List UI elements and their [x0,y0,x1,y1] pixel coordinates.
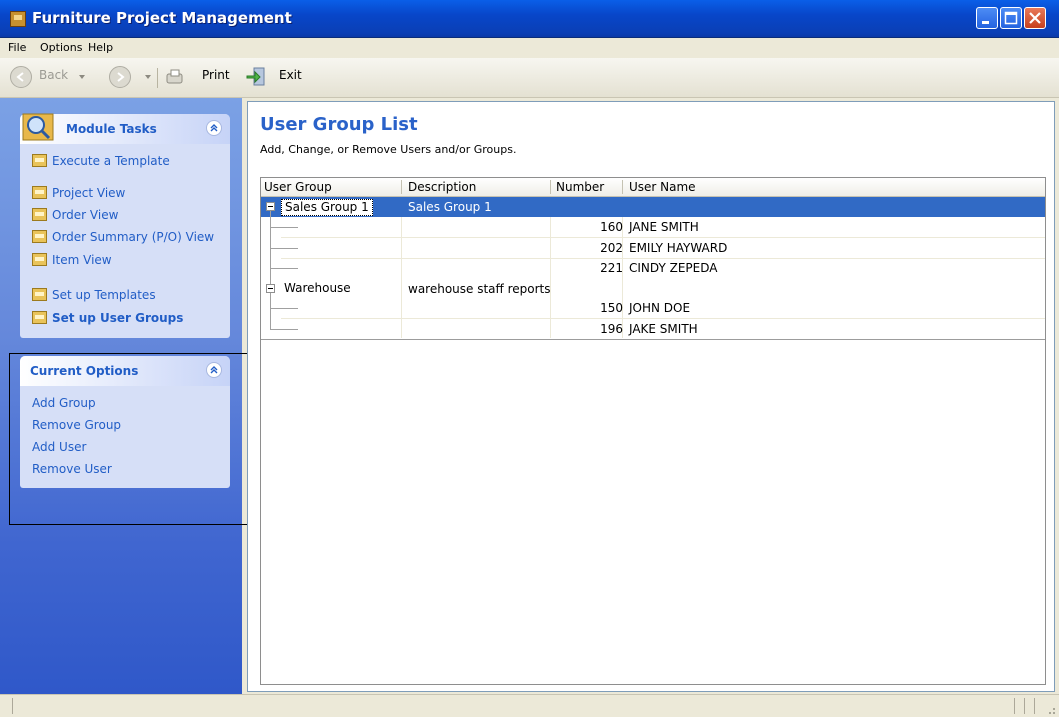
group-description-cell[interactable]: Sales Group 1 [408,200,492,214]
status-pane [1014,698,1015,714]
tree-branch [270,268,298,269]
title-bar: Furniture Project Management [0,0,1059,38]
tree-branch [270,329,298,330]
task-folder-icon [32,253,47,266]
forward-dropdown-icon[interactable] [145,75,151,79]
menu-file[interactable]: File [8,41,26,54]
main-pane: User Group List Add, Change, or Remove U… [247,101,1055,692]
task-execute-template[interactable]: Execute a Template [32,154,170,168]
print-icon[interactable] [165,68,185,88]
grid-body-border [261,339,1045,340]
module-tasks-title: Module Tasks [66,122,157,136]
magnifier-folder-icon [22,113,54,141]
user-number-cell[interactable]: 150 [547,301,623,315]
task-folder-icon [32,311,47,324]
collapse-toggle-icon[interactable] [266,284,275,293]
collapse-toggle-icon[interactable] [266,202,275,211]
task-folder-icon [32,186,47,199]
toolbar: Back Print Exit [0,58,1059,98]
column-divider[interactable] [550,180,551,194]
back-arrow-icon[interactable] [10,66,32,88]
column-divider[interactable] [622,180,623,194]
task-folder-icon [32,230,47,243]
task-project-view[interactable]: Project View [32,186,125,200]
user-number-cell[interactable]: 202 [547,241,623,255]
menu-options[interactable]: Options [40,41,82,54]
status-pane [1024,698,1025,714]
user-number-cell[interactable]: 196 [547,322,623,336]
status-pane [1034,698,1035,714]
group-name-cell[interactable]: Sales Group 1 [281,199,373,216]
module-tasks-header[interactable]: Module Tasks [20,113,230,144]
user-number-cell[interactable]: 221 [547,261,623,275]
task-order-view[interactable]: Order View [32,208,118,222]
user-number-cell[interactable]: 160 [547,220,623,234]
column-header-user-name[interactable]: User Name [629,180,696,194]
user-name-cell[interactable]: JOHN DOE [629,301,690,315]
forward-arrow-icon[interactable] [109,66,131,88]
task-setup-templates[interactable]: Set up Templates [32,288,156,302]
group-row-warehouse[interactable]: Warehouse warehouse staff reports [261,279,1045,299]
user-name-cell[interactable]: JAKE SMITH [629,322,698,336]
back-button[interactable]: Back [39,68,68,82]
page-title: User Group List [260,114,418,135]
column-header-description[interactable]: Description [408,180,476,194]
exit-button[interactable]: Exit [279,68,302,82]
status-pane [12,698,13,714]
exit-icon[interactable] [245,66,267,88]
tree-branch [270,308,298,309]
task-setup-user-groups[interactable]: Set up User Groups [32,311,183,325]
grid-header: User Group Description Number User Name [261,178,1045,197]
page-subtitle: Add, Change, or Remove Users and/or Grou… [260,143,517,156]
task-folder-icon [32,288,47,301]
maximize-button[interactable] [1000,7,1022,29]
user-row[interactable]: 150 JOHN DOE [261,298,1045,318]
tree-line [270,293,271,329]
toolbar-separator [157,68,158,88]
window-title: Furniture Project Management [32,9,292,27]
resize-grip-icon[interactable] [1044,703,1056,715]
group-row-sales-group-1[interactable]: Sales Group 1 Sales Group 1 [261,197,1045,217]
minimize-button[interactable] [976,7,998,29]
user-name-cell[interactable]: CINDY ZEPEDA [629,261,717,275]
column-header-number[interactable]: Number [556,180,604,194]
user-row[interactable]: 160 JANE SMITH [261,217,1045,237]
user-name-cell[interactable]: JANE SMITH [629,220,699,234]
task-item-view[interactable]: Item View [32,253,112,267]
module-tasks-panel: Module Tasks Execute a Template Project … [20,113,230,338]
task-order-summary-view[interactable]: Order Summary (P/O) View [32,230,214,244]
close-button[interactable] [1024,7,1046,29]
column-header-user-group[interactable]: User Group [264,180,332,194]
user-row[interactable]: 221 CINDY ZEPEDA [261,258,1045,278]
group-description-cell[interactable]: warehouse staff reports [408,282,551,296]
focus-frame [9,353,249,525]
column-divider[interactable] [401,180,402,194]
tree-branch [270,227,298,228]
back-dropdown-icon[interactable] [79,75,85,79]
task-folder-icon [32,154,47,167]
close-icon [1029,12,1041,24]
tree-branch [270,248,298,249]
collapse-chevron-icon[interactable] [206,120,222,136]
task-folder-icon [32,208,47,221]
user-row[interactable]: 196 JAKE SMITH [261,319,1045,339]
menu-help[interactable]: Help [88,41,113,54]
user-row[interactable]: 202 EMILY HAYWARD [261,238,1045,258]
print-button[interactable]: Print [202,68,230,82]
maximize-icon [1004,11,1018,25]
group-name-cell[interactable]: Warehouse [281,281,354,296]
minimize-icon [982,21,989,24]
menu-bar: File Options Help [0,38,1059,58]
status-bar [0,694,1059,717]
user-group-grid[interactable]: User Group Description Number User Name … [260,177,1046,685]
furniture-app-icon [10,11,26,27]
user-name-cell[interactable]: EMILY HAYWARD [629,241,727,255]
